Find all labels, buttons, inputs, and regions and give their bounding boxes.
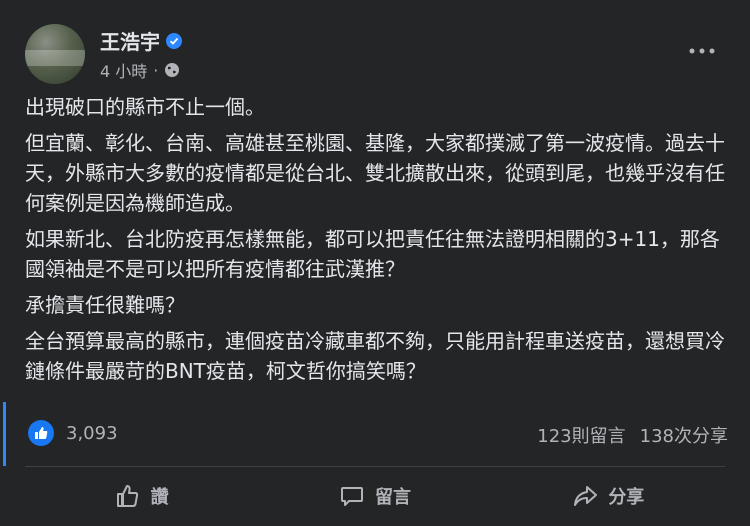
share-arrow-icon xyxy=(574,486,598,506)
post-paragraph: 出現破口的縣市不止一個。 xyxy=(25,95,265,119)
author-row: 王浩宇 xyxy=(100,26,182,55)
like-button-label: 讚 xyxy=(150,487,169,508)
thumbs-up-icon xyxy=(116,485,138,507)
post-meta: 4 小時 · xyxy=(100,58,180,82)
share-button[interactable]: 分享 xyxy=(492,472,725,520)
post-time[interactable]: 4 小時 xyxy=(100,58,147,82)
post-paragraph: 全台預算最高的縣市，連個疫苗冷藏車都不夠，只能用計程車送疫苗，還想買冷鏈條件最嚴… xyxy=(25,329,725,383)
post-stats: 123則留言 138次分享 xyxy=(537,422,728,448)
like-icon xyxy=(28,420,54,446)
verified-badge-icon xyxy=(166,32,182,49)
post-card: 王浩宇 4 小時 · 出現破口的縣市不止一個。 但宜蘭、彰化、台南、高雄甚至桃園… xyxy=(0,0,750,526)
action-bar: 讚 留言 分享 xyxy=(25,472,725,520)
comment-button[interactable]: 留言 xyxy=(258,472,491,520)
post-paragraph: 但宜蘭、彰化、台南、高雄甚至桃園、基隆，大家都撲滅了第一波疫情。過去十天，外縣市… xyxy=(25,131,725,215)
comment-count-link[interactable]: 123則留言 xyxy=(537,422,625,448)
avatar[interactable] xyxy=(25,24,85,84)
meta-separator: · xyxy=(153,60,159,80)
author-name[interactable]: 王浩宇 xyxy=(100,26,160,55)
focus-indicator xyxy=(3,402,6,466)
divider xyxy=(25,466,725,467)
more-options-icon[interactable] xyxy=(688,45,716,57)
share-button-label: 分享 xyxy=(608,487,645,508)
post-paragraph: 如果新北、台北防疫再怎樣無能，都可以把責任往無法證明相關的3+11，那各國領袖是… xyxy=(25,227,720,281)
like-button[interactable]: 讚 xyxy=(25,472,258,520)
globe-icon xyxy=(165,63,180,77)
share-count-link[interactable]: 138次分享 xyxy=(640,422,728,448)
reaction-summary[interactable]: 3,093 xyxy=(28,420,118,446)
reaction-count: 3,093 xyxy=(66,422,118,444)
post-text: 出現破口的縣市不止一個。 但宜蘭、彰化、台南、高雄甚至桃園、基隆，大家都撲滅了第… xyxy=(25,92,735,392)
comment-bubble-icon xyxy=(340,487,363,506)
post-paragraph: 承擔責任很難嗎？ xyxy=(25,293,185,317)
comment-button-label: 留言 xyxy=(374,487,411,508)
